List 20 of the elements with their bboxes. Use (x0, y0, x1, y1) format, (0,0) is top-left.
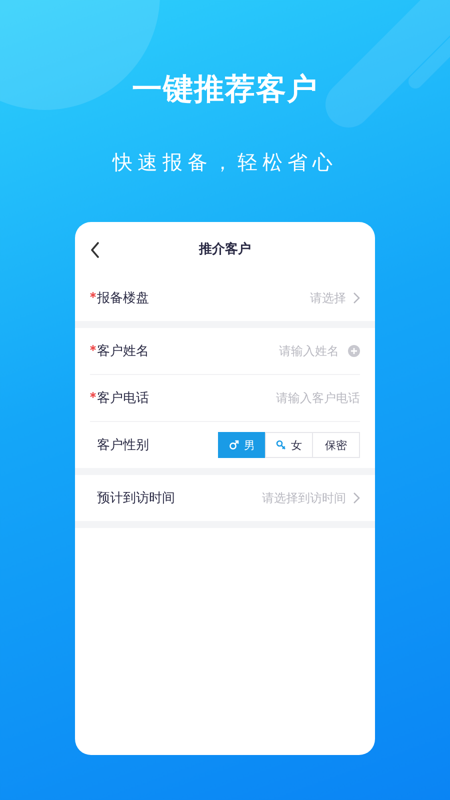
headline: 一键推荐客户 (132, 71, 318, 109)
select-field[interactable]: 请选择到访时间 (262, 490, 360, 506)
field-label: 客户电话 (97, 390, 149, 407)
female-icon (276, 440, 286, 450)
gender-option[interactable]: 男 (218, 432, 266, 458)
field-label: 客户姓名 (97, 343, 149, 360)
subtitle: 快速报备，轻松省心 (112, 149, 338, 176)
input-field[interactable]: 请输入姓名 (209, 344, 339, 358)
field-label: 报备楼盘 (97, 290, 149, 307)
gender-option[interactable]: 女 (265, 432, 313, 458)
field-label: 预计到访时间 (97, 490, 175, 507)
select-field[interactable]: 请选择 (310, 290, 360, 306)
input-field[interactable]: 请输入客户电话 (230, 391, 360, 405)
male-icon (229, 440, 239, 450)
screen-title: 推介客户 (199, 240, 251, 258)
back-icon[interactable] (90, 242, 100, 258)
gender-option[interactable]: 保密 (312, 432, 360, 458)
chevron-right-icon (353, 292, 360, 304)
chevron-right-icon (353, 492, 360, 504)
field-label: 客户性别 (97, 437, 149, 454)
